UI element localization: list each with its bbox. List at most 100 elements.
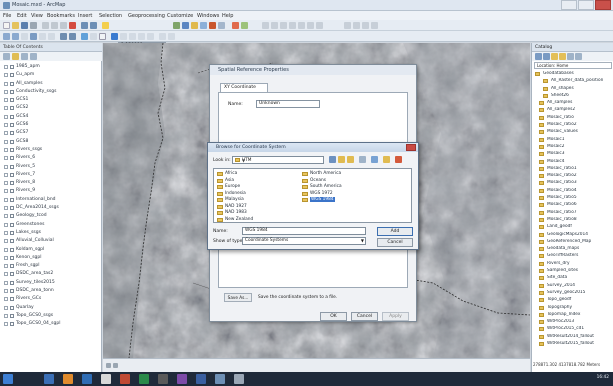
tab-xy-coordinate-system[interactable]: XY Coordinate System xyxy=(220,83,268,98)
add-data-icon[interactable] xyxy=(102,22,109,29)
up-folder-icon[interactable] xyxy=(551,53,558,60)
delete-icon[interactable] xyxy=(69,22,76,29)
catalog-item[interactable]: Mosaic_ratio4 xyxy=(534,188,612,195)
expand-icon[interactable] xyxy=(4,305,8,310)
layer-visibility-checkbox[interactable] xyxy=(10,156,14,161)
expand-icon[interactable] xyxy=(4,272,8,277)
catalog-item[interactable]: WitProc2015_cd1 xyxy=(534,326,612,333)
minimize-button[interactable] xyxy=(561,0,577,10)
catalog-item[interactable]: Mosaic_ratio xyxy=(534,115,612,122)
catalog-item[interactable]: All_Raster_data_position xyxy=(534,78,612,85)
catalog-item[interactable]: Mosaic_ratio3 xyxy=(534,180,612,187)
show-of-type-dropdown[interactable]: Coordinate Systems ▼ xyxy=(242,237,366,245)
layer-visibility-checkbox[interactable] xyxy=(10,65,14,69)
menu-edit[interactable]: Edit xyxy=(17,13,27,19)
catalog-item[interactable]: Survey_geoc2015 xyxy=(534,290,612,297)
catalog-item[interactable]: Site_data xyxy=(534,275,612,282)
fixed-zoom-out-icon[interactable] xyxy=(48,33,55,40)
layer-visibility-checkbox[interactable] xyxy=(10,264,14,269)
expand-icon[interactable] xyxy=(4,230,8,235)
python-icon[interactable] xyxy=(218,22,225,29)
expand-icon[interactable] xyxy=(4,189,8,194)
table-of-contents-icon[interactable] xyxy=(182,22,189,29)
menu-geoprocessing[interactable]: Geoprocessing xyxy=(128,13,165,19)
toc-layer-item[interactable]: 1985_apm xyxy=(2,63,100,71)
toc-layer-item[interactable]: GCS8 xyxy=(2,138,100,146)
menu-insert[interactable]: Insert xyxy=(78,13,92,19)
editor-icon[interactable] xyxy=(173,22,180,29)
list-by-selection-icon[interactable] xyxy=(30,53,37,60)
catalog-item[interactable]: Sampled_sites xyxy=(534,268,612,275)
browser-icon[interactable] xyxy=(63,374,73,384)
maximize-button[interactable] xyxy=(578,0,594,10)
new-folder-icon[interactable] xyxy=(383,156,390,163)
copy-icon[interactable] xyxy=(51,22,58,29)
menu-file[interactable]: File xyxy=(3,13,11,19)
expand-icon[interactable] xyxy=(4,239,8,244)
apply-button[interactable]: Apply xyxy=(382,312,409,321)
expand-icon[interactable] xyxy=(4,222,8,227)
print-icon[interactable] xyxy=(30,22,37,29)
catalog-item[interactable]: All_samples xyxy=(534,100,612,107)
catalog-item[interactable]: Geodata_maps xyxy=(534,246,612,253)
toolbar-icon[interactable] xyxy=(289,22,296,29)
menu-view[interactable]: View xyxy=(31,13,43,19)
viewer-icon[interactable] xyxy=(168,33,175,40)
toc-layer-item[interactable]: International_bnd xyxy=(2,196,100,204)
toc-layer-item[interactable]: GCS6 xyxy=(2,121,100,129)
add-button[interactable]: Add xyxy=(377,227,413,236)
word-icon[interactable] xyxy=(82,374,92,384)
layer-visibility-checkbox[interactable] xyxy=(10,214,14,219)
name-field[interactable]: Unknown xyxy=(256,100,320,108)
look-in-dropdown[interactable]: UTM ▼ xyxy=(232,156,324,164)
toc-layer-item[interactable]: DSDC_area_tonn xyxy=(2,287,100,295)
expand-icon[interactable] xyxy=(4,197,8,202)
layer-visibility-checkbox[interactable] xyxy=(10,181,14,186)
catalog-item[interactable]: Mosaic2 xyxy=(534,144,612,151)
toolbar-icon[interactable] xyxy=(316,22,323,29)
start-icon[interactable] xyxy=(3,374,13,384)
expand-icon[interactable] xyxy=(4,156,8,161)
search-icon[interactable] xyxy=(200,22,207,29)
expand-icon[interactable] xyxy=(4,181,8,186)
up-folder-icon[interactable] xyxy=(338,156,345,163)
layer-visibility-checkbox[interactable] xyxy=(10,272,14,277)
toc-layer-item[interactable]: Rivers_5 xyxy=(2,163,100,171)
toc-layer-item[interactable]: GCS1 xyxy=(2,96,100,104)
menu-windows[interactable]: Windows xyxy=(197,13,219,19)
time-slider-icon[interactable] xyxy=(159,33,166,40)
layer-visibility-checkbox[interactable] xyxy=(10,305,14,310)
toc-layer-item[interactable]: Geology_tcod xyxy=(2,212,100,220)
catalog-item[interactable]: Mosaic_ratio6 xyxy=(534,202,612,209)
close-window-button[interactable] xyxy=(595,0,611,10)
catalog-item[interactable]: Mosaic_ratio1 xyxy=(534,166,612,173)
toc-layer-item[interactable]: Rivers_6 xyxy=(2,154,100,162)
back-icon[interactable] xyxy=(329,156,336,163)
catalog-icon[interactable] xyxy=(191,22,198,29)
expand-icon[interactable] xyxy=(4,114,8,119)
menu-help[interactable]: Help xyxy=(222,13,233,19)
delete-icon[interactable] xyxy=(395,156,402,163)
layer-visibility-checkbox[interactable] xyxy=(10,206,14,211)
layer-visibility-checkbox[interactable] xyxy=(10,230,14,235)
layer-visibility-checkbox[interactable] xyxy=(10,139,14,144)
layer-visibility-checkbox[interactable] xyxy=(10,81,14,86)
layer-visibility-checkbox[interactable] xyxy=(10,239,14,244)
new-document-icon[interactable] xyxy=(3,22,10,29)
arctoolbox-icon[interactable] xyxy=(209,22,216,29)
toc-layer-item[interactable]: Fresh_sgpl xyxy=(2,262,100,270)
expand-icon[interactable] xyxy=(4,280,8,285)
catalog-location-field[interactable]: Location: Home xyxy=(534,62,612,69)
layer-visibility-checkbox[interactable] xyxy=(10,131,14,136)
toc-layer-item[interactable]: DC_Area2014_ssgs xyxy=(2,204,100,212)
layer-visibility-checkbox[interactable] xyxy=(10,73,14,78)
toc-layer-item[interactable]: Greenstones xyxy=(2,221,100,229)
expand-icon[interactable] xyxy=(4,172,8,177)
toolbar-icon[interactable] xyxy=(262,22,269,29)
toc-layer-item[interactable]: Conductivity_ssgs xyxy=(2,88,100,96)
fixed-zoom-in-icon[interactable] xyxy=(39,33,46,40)
layer-visibility-checkbox[interactable] xyxy=(10,222,14,227)
toolbar-icon[interactable] xyxy=(280,22,287,29)
toolbar-icon[interactable] xyxy=(353,22,360,29)
previous-extent-icon[interactable] xyxy=(60,33,67,40)
